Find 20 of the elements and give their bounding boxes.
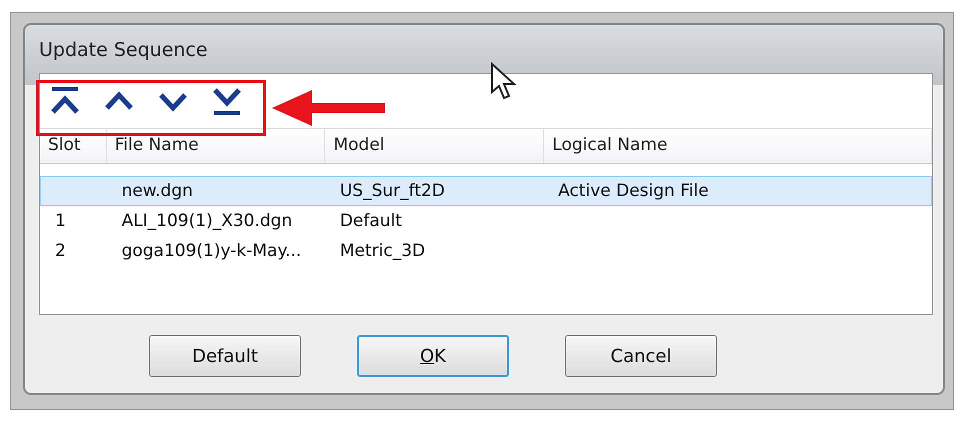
table-cell: Metric_3D <box>340 241 426 261</box>
table-cell: Default <box>340 211 402 231</box>
column-header[interactable]: Model <box>325 129 544 163</box>
dialog-button[interactable]: OK <box>357 335 509 377</box>
column-header[interactable]: Slot <box>40 129 107 163</box>
table-cell: goga109(1)y-k-May... <box>122 241 302 261</box>
column-header[interactable]: Logical Name <box>544 129 932 163</box>
column-header[interactable]: File Name <box>106 129 326 163</box>
table-row[interactable]: 2 goga109(1)y-k-May... Metric_3D <box>40 236 932 266</box>
dialog-button[interactable]: Default <box>149 335 301 377</box>
table-cell: ALI_109(1)_X30.dgn <box>122 211 292 231</box>
window-title: Update Sequence <box>39 38 209 63</box>
table-row[interactable]: 1 ALI_109(1)_X30.dgn Default <box>40 206 932 236</box>
table-cell: 2 <box>55 241 66 261</box>
table-cell: 1 <box>55 211 66 231</box>
dialog-button[interactable]: Cancel <box>565 335 717 377</box>
table-cell: new.dgn <box>122 181 193 201</box>
table-cell: US_Sur_ft2D <box>340 181 445 201</box>
table-row[interactable]: new.dgn US_Sur_ft2D Active Design File <box>40 176 932 206</box>
table-cell: Active Design File <box>558 181 709 201</box>
